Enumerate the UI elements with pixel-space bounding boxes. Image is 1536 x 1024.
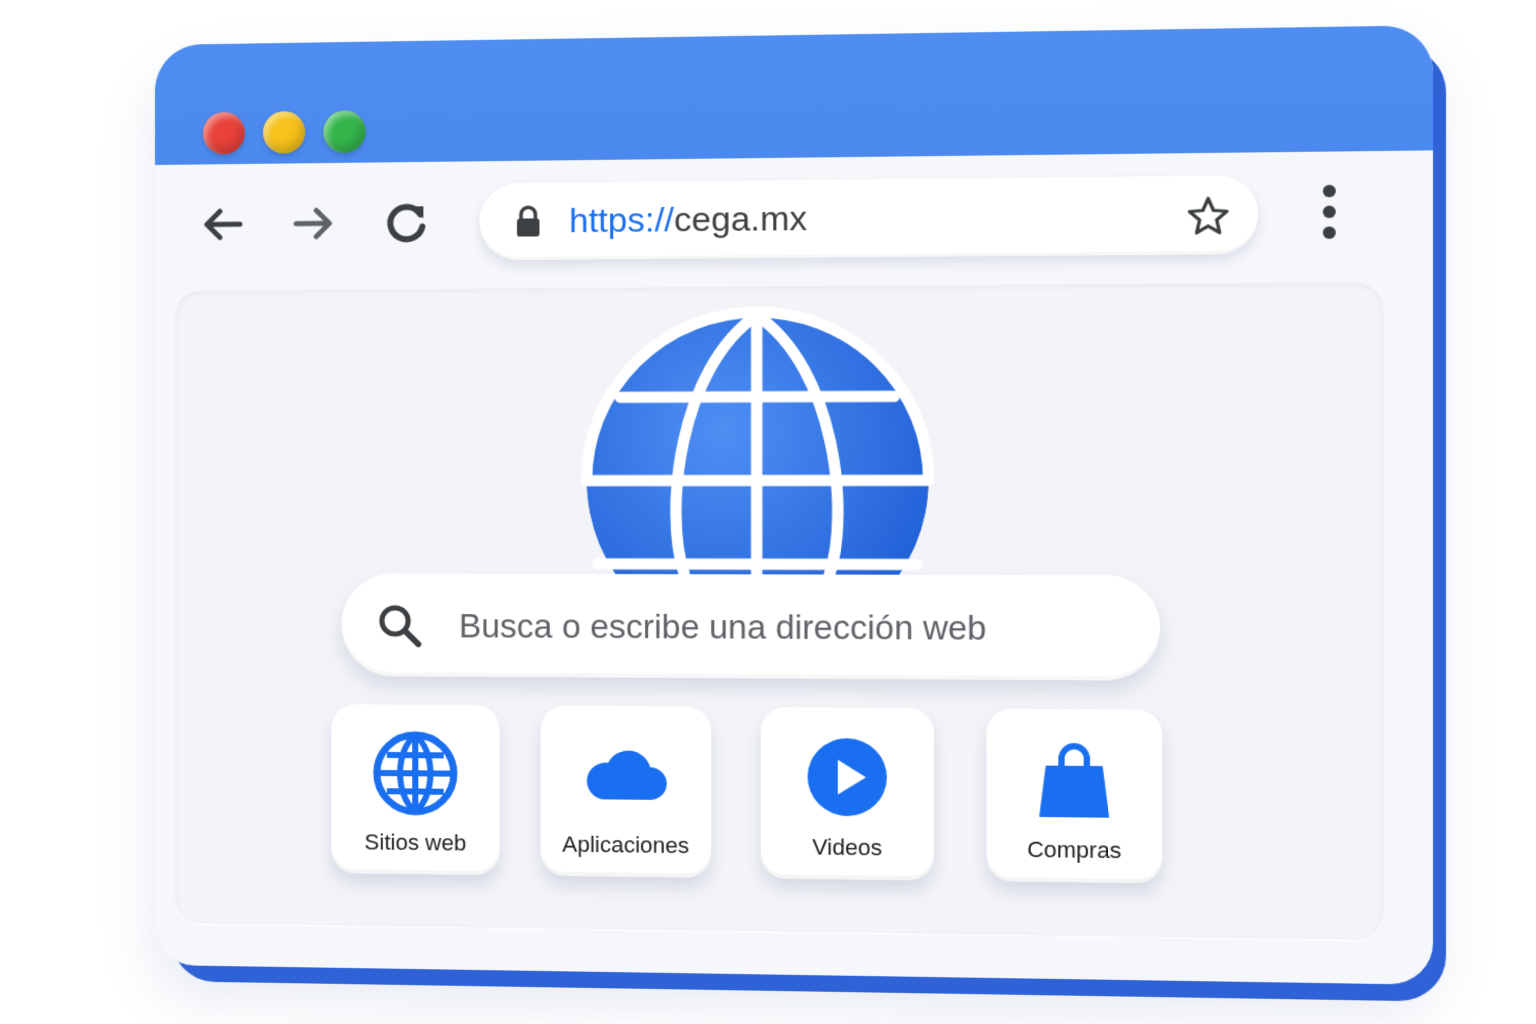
back-button[interactable] (191, 192, 255, 257)
shortcut-compras[interactable]: Compras (986, 708, 1163, 884)
search-icon (376, 602, 423, 649)
reload-button[interactable] (374, 190, 439, 255)
shortcut-videos[interactable]: Videos (760, 707, 934, 881)
minimize-button[interactable] (262, 111, 306, 154)
content-panel: Busca o escribe una dirección web Sitios… (174, 282, 1384, 941)
shortcut-label: Aplicaciones (562, 831, 690, 859)
star-icon[interactable] (1186, 194, 1231, 238)
lock-icon (510, 203, 547, 237)
arrow-left-icon (204, 208, 242, 240)
shortcut-label: Compras (1026, 836, 1122, 864)
shortcut-label: Videos (812, 834, 883, 861)
shopping-bag-icon (1030, 736, 1119, 823)
browser-body: https://cega.mx Busca o escribe una dire… (155, 150, 1434, 985)
address-bar[interactable]: https://cega.mx (479, 175, 1259, 261)
more-vertical-icon[interactable] (1316, 181, 1342, 248)
cloud-icon (586, 750, 667, 800)
title-bar (155, 25, 1433, 165)
search-box[interactable]: Busca o escribe una dirección web (341, 573, 1161, 681)
globe-icon (373, 731, 458, 816)
close-button[interactable] (202, 111, 245, 155)
forward-button[interactable] (281, 191, 345, 256)
shortcut-aplicaciones[interactable]: Aplicaciones (540, 705, 712, 878)
url-text: https://cega.mx (569, 198, 807, 241)
arrow-right-icon (288, 198, 338, 249)
shortcut-sitios-web[interactable]: Sitios web (331, 704, 500, 876)
browser-window: https://cega.mx Busca o escribe una dire… (155, 25, 1434, 985)
shortcut-label: Sitios web (364, 829, 467, 856)
reload-icon (381, 197, 432, 248)
stage: https://cega.mx Busca o escribe una dire… (0, 0, 1536, 1024)
maximize-button[interactable] (323, 110, 366, 154)
url-host: cega.mx (674, 199, 808, 240)
play-icon (807, 738, 887, 817)
search-placeholder: Busca o escribe una dirección web (458, 607, 987, 647)
url-scheme: https:// (569, 200, 675, 241)
globe-icon (581, 306, 934, 594)
